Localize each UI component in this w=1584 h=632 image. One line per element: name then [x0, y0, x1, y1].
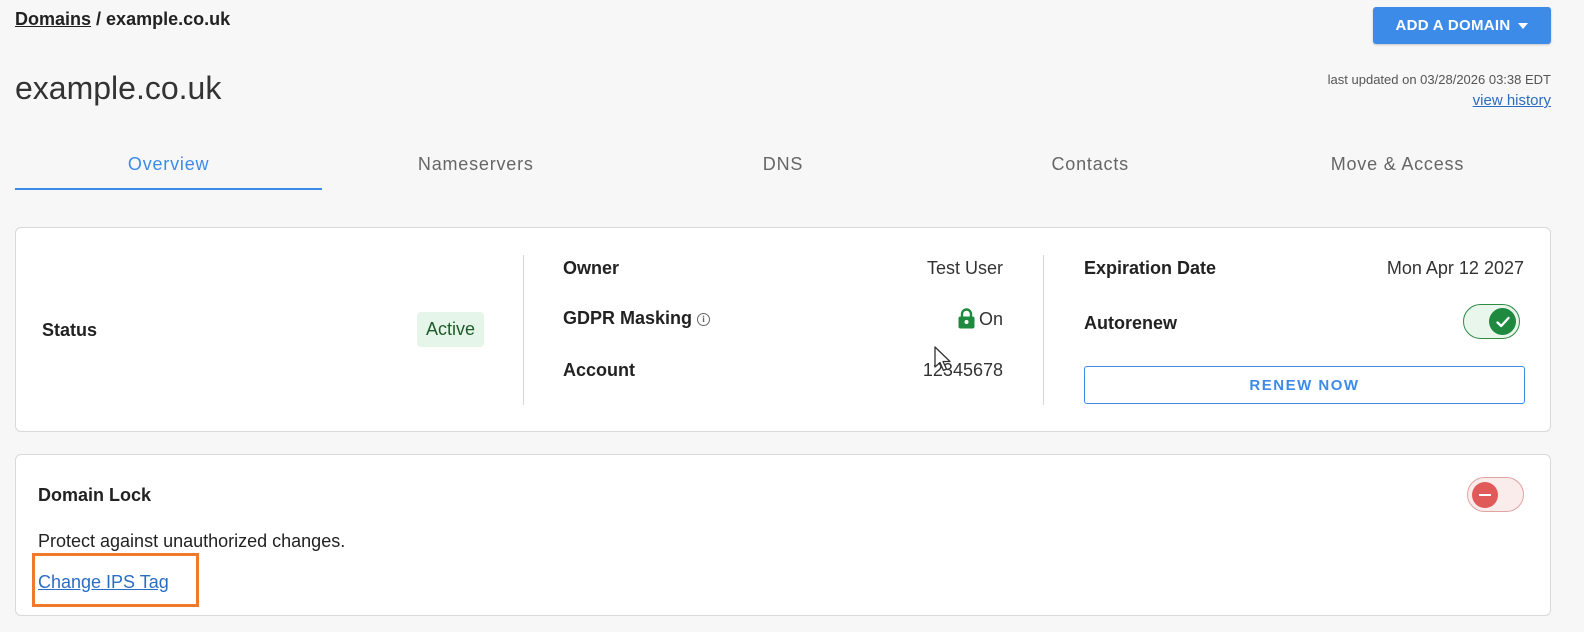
tab-overview[interactable]: Overview [15, 140, 323, 190]
domain-lock-description: Protect against unauthorized changes. [38, 531, 346, 551]
domain-summary-card: Status Active Owner Test User GDPR Maski… [15, 227, 1551, 432]
breadcrumb-domains-link[interactable]: Domains [15, 9, 91, 29]
renew-now-button[interactable]: RENEW NOW [1084, 366, 1525, 404]
breadcrumb-current: example.co.uk [106, 9, 231, 29]
column-divider [1043, 255, 1044, 405]
minus-icon [1479, 494, 1491, 496]
column-divider [523, 255, 524, 405]
domain-lock-card: Domain Lock Protect against unauthorized… [15, 454, 1551, 616]
last-updated-text: last updated on 03/28/2026 03:38 EDT [1327, 72, 1551, 87]
autorenew-toggle[interactable] [1463, 304, 1520, 339]
account-label: Account [563, 360, 635, 380]
mouse-cursor-icon [934, 346, 951, 372]
status-badge: Active [417, 312, 485, 347]
tab-nameservers[interactable]: Nameservers [322, 140, 629, 190]
change-ips-tag-link[interactable]: Change IPS Tag [38, 572, 169, 593]
info-icon[interactable]: i [697, 313, 711, 326]
lock-icon [958, 308, 975, 334]
expiration-date-label: Expiration Date [1084, 258, 1217, 278]
domain-lock-toggle[interactable] [1467, 477, 1524, 512]
caret-down-icon [1518, 23, 1529, 29]
owner-value: Test User [926, 258, 1003, 278]
tab-dns[interactable]: DNS [629, 140, 936, 190]
expiration-date-value: Mon Apr 12 2027 [1386, 258, 1524, 278]
autorenew-label: Autorenew [1084, 313, 1178, 333]
gdpr-masking-status: On [978, 309, 1003, 329]
gdpr-masking-value: On [958, 308, 1003, 334]
add-domain-label: ADD A DOMAIN [1395, 17, 1511, 34]
toggle-knob [1489, 308, 1516, 335]
gdpr-masking-label-text: GDPR Masking [563, 308, 693, 328]
view-history-link[interactable]: view history [1473, 92, 1551, 109]
page-title: example.co.uk [15, 70, 222, 106]
toggle-knob [1472, 482, 1498, 508]
domain-lock-title: Domain Lock [38, 485, 152, 505]
breadcrumb-separator: / [91, 9, 107, 29]
gdpr-masking-label: GDPR Masking i [563, 308, 711, 329]
check-icon [1495, 316, 1510, 327]
tab-contacts[interactable]: Contacts [937, 140, 1244, 190]
breadcrumb: Domains / example.co.uk [15, 9, 230, 30]
add-domain-button[interactable]: ADD A DOMAIN [1373, 7, 1551, 44]
owner-label: Owner [563, 258, 620, 278]
tab-bar: Overview Nameservers DNS Contacts Move &… [15, 140, 1551, 190]
status-label: Status [42, 320, 98, 340]
tab-move-access[interactable]: Move & Access [1244, 140, 1551, 190]
